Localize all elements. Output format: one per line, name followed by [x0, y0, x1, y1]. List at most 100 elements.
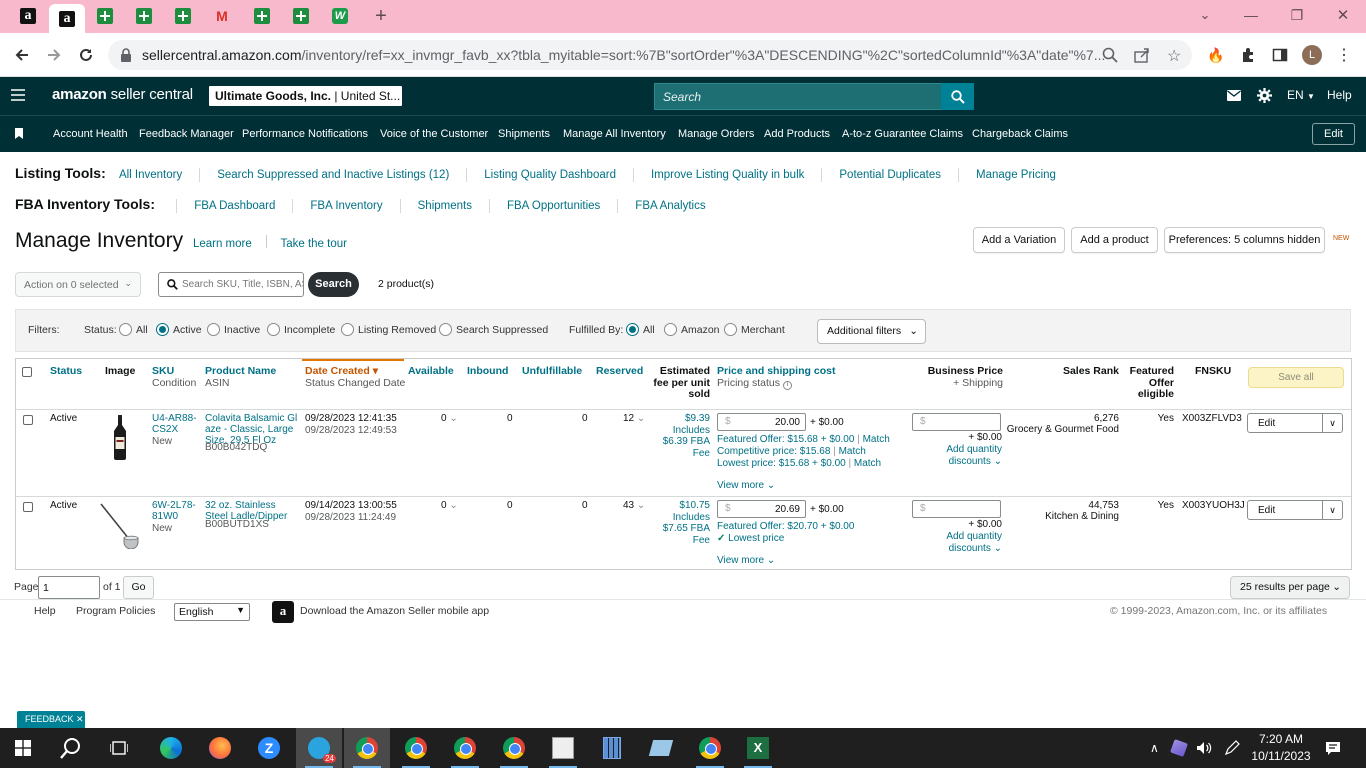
search-button[interactable]: Search	[308, 272, 359, 297]
minimize-button[interactable]: —	[1228, 0, 1274, 30]
tab-sheet-5[interactable]	[290, 5, 312, 27]
status-radio-inactive[interactable]: Inactive	[207, 322, 260, 336]
forward-icon[interactable]	[42, 43, 66, 67]
take-tour-link[interactable]: Take the tour	[280, 238, 346, 250]
profile-avatar[interactable]: L	[1302, 45, 1322, 65]
task-view-icon[interactable]	[96, 728, 142, 768]
row-price-input[interactable]: $20.00	[717, 413, 806, 431]
page-number-input[interactable]: 1	[38, 576, 100, 599]
col-date-created[interactable]: Date Created ▾ Status Changed Date	[305, 365, 405, 389]
download-app-link[interactable]: Download the Amazon Seller mobile app	[300, 605, 489, 617]
add-product-button[interactable]: Add a product	[1071, 227, 1158, 253]
pen-workspace-icon[interactable]	[1224, 728, 1240, 768]
chevron-down-icon[interactable]: ∨	[1322, 501, 1342, 519]
row-edit-select[interactable]: Edit ∨	[1247, 413, 1343, 433]
match-lowest-link[interactable]: Match	[854, 458, 881, 469]
status-radio-active[interactable]: Active	[156, 322, 202, 336]
tab-other[interactable]: W	[329, 5, 351, 27]
row-price-input[interactable]: $20.69	[717, 500, 806, 518]
menu-shipments[interactable]: Shipments	[498, 128, 550, 140]
row-checkbox[interactable]	[23, 502, 33, 512]
global-search-input[interactable]: Search	[654, 83, 942, 110]
info-icon[interactable]: i	[782, 380, 792, 390]
back-icon[interactable]	[10, 43, 34, 67]
extension-fire-icon[interactable]: 🔥	[1206, 45, 1226, 65]
close-window-button[interactable]: ✕	[1320, 0, 1366, 30]
add-variation-button[interactable]: Add a Variation	[973, 227, 1065, 253]
footer-language-select[interactable]: English ▼	[174, 603, 250, 621]
tab-sheet-2[interactable]	[133, 5, 155, 27]
chrome-window-3[interactable]	[442, 728, 488, 768]
account-switcher[interactable]: Ultimate Goods, Inc. | United St...	[209, 86, 402, 106]
status-radio-listing-removed[interactable]: Listing Removed	[341, 322, 436, 336]
row-available[interactable]: 0 ⌄	[441, 413, 458, 424]
menu-performance-notifications[interactable]: Performance Notifications	[242, 128, 368, 140]
link-fba-analytics[interactable]: FBA Analytics	[635, 200, 705, 212]
hamburger-menu-icon[interactable]	[11, 89, 25, 101]
bookmark-icon[interactable]	[15, 128, 23, 139]
col-price[interactable]: Price and shipping cost Pricing status i	[717, 365, 835, 390]
row-edit-select[interactable]: Edit ∨	[1247, 500, 1343, 520]
menu-manage-orders[interactable]: Manage Orders	[678, 128, 754, 140]
menu-voice-of-customer[interactable]: Voice of the Customer	[380, 128, 488, 140]
product-image-ladle[interactable]	[99, 503, 143, 549]
link-fba-shipments[interactable]: Shipments	[418, 200, 472, 212]
fulfilled-radio-amazon[interactable]: Amazon	[664, 322, 720, 336]
link-fba-inventory[interactable]: FBA Inventory	[310, 200, 382, 212]
chevron-down-icon[interactable]: ∨	[1322, 414, 1342, 432]
col-available[interactable]: Available	[408, 365, 454, 378]
status-radio-incomplete[interactable]: Incomplete	[267, 322, 335, 336]
footer-program-policies-link[interactable]: Program Policies	[76, 605, 155, 617]
extensions-puzzle-icon[interactable]	[1238, 45, 1258, 65]
link-suppressed-listings[interactable]: Search Suppressed and Inactive Listings …	[217, 169, 449, 181]
menu-manage-all-inventory[interactable]: Manage All Inventory	[563, 128, 666, 140]
col-status[interactable]: Status	[50, 365, 82, 378]
fulfilled-radio-all[interactable]: All	[626, 322, 655, 336]
chrome-window-5[interactable]	[687, 728, 733, 768]
col-reserved[interactable]: Reserved	[596, 365, 643, 378]
restore-button[interactable]: ❐	[1274, 0, 1320, 30]
row-reserved[interactable]: 43 ⌄	[623, 500, 645, 511]
calculator-icon[interactable]	[589, 728, 635, 768]
edge-icon[interactable]	[148, 728, 194, 768]
pen-tray-icon[interactable]	[1170, 728, 1188, 768]
row-fee[interactable]: $10.75 Includes $7.65 FBA Fee	[646, 500, 710, 546]
tab-sheet-3[interactable]	[172, 5, 194, 27]
browser-menu-icon[interactable]: ⋮	[1334, 45, 1354, 65]
chrome-window-1[interactable]	[344, 728, 390, 768]
reload-icon[interactable]	[74, 43, 98, 67]
telegram-icon[interactable]: 24	[296, 728, 342, 768]
link-all-inventory[interactable]: All Inventory	[119, 169, 182, 181]
amazon-app-icon[interactable]: a	[272, 601, 294, 623]
bookmark-star-icon[interactable]: ☆	[1167, 46, 1181, 66]
zoom-app-icon[interactable]: Z	[246, 728, 292, 768]
side-panel-icon[interactable]	[1270, 45, 1290, 65]
windows-start-icon[interactable]	[0, 728, 46, 768]
volume-icon[interactable]	[1196, 728, 1212, 768]
col-product-name[interactable]: Product Name ASIN	[205, 365, 276, 389]
link-potential-duplicates[interactable]: Potential Duplicates	[839, 169, 941, 181]
product-image-bottle[interactable]	[113, 415, 127, 460]
row-business-price-input[interactable]: $	[912, 413, 1001, 431]
address-bar[interactable]: sellercentral.amazon.com/inventory/ref=x…	[108, 40, 1192, 70]
save-all-button[interactable]: Save all	[1248, 367, 1344, 388]
share-icon[interactable]	[1134, 47, 1150, 63]
seller-central-logo[interactable]: amazon seller central	[52, 86, 193, 103]
chrome-window-4[interactable]	[491, 728, 537, 768]
tab-search-icon[interactable]: ⌄	[1182, 0, 1228, 30]
language-selector[interactable]: EN ▼	[1287, 88, 1315, 102]
menu-feedback-manager[interactable]: Feedback Manager	[139, 128, 234, 140]
preferences-button[interactable]: Preferences: 5 columns hidden	[1164, 227, 1325, 253]
taskbar-search-icon[interactable]	[48, 728, 94, 768]
learn-more-link[interactable]: Learn more	[193, 238, 252, 250]
search-icon[interactable]	[941, 83, 974, 110]
row-view-more[interactable]: View more ⌄	[717, 555, 775, 566]
link-listing-quality-dashboard[interactable]: Listing Quality Dashboard	[484, 169, 616, 181]
chrome-window-2[interactable]	[393, 728, 439, 768]
tray-overflow-icon[interactable]: ∧	[1150, 728, 1159, 768]
tab-sheet-4[interactable]	[251, 5, 273, 27]
fulfilled-radio-merchant[interactable]: Merchant	[724, 322, 785, 336]
tab-gmail[interactable]: M	[211, 5, 233, 27]
photo-app-icon[interactable]	[540, 728, 586, 768]
row-sku-link[interactable]: 6W-2L78-81W0	[152, 500, 200, 522]
